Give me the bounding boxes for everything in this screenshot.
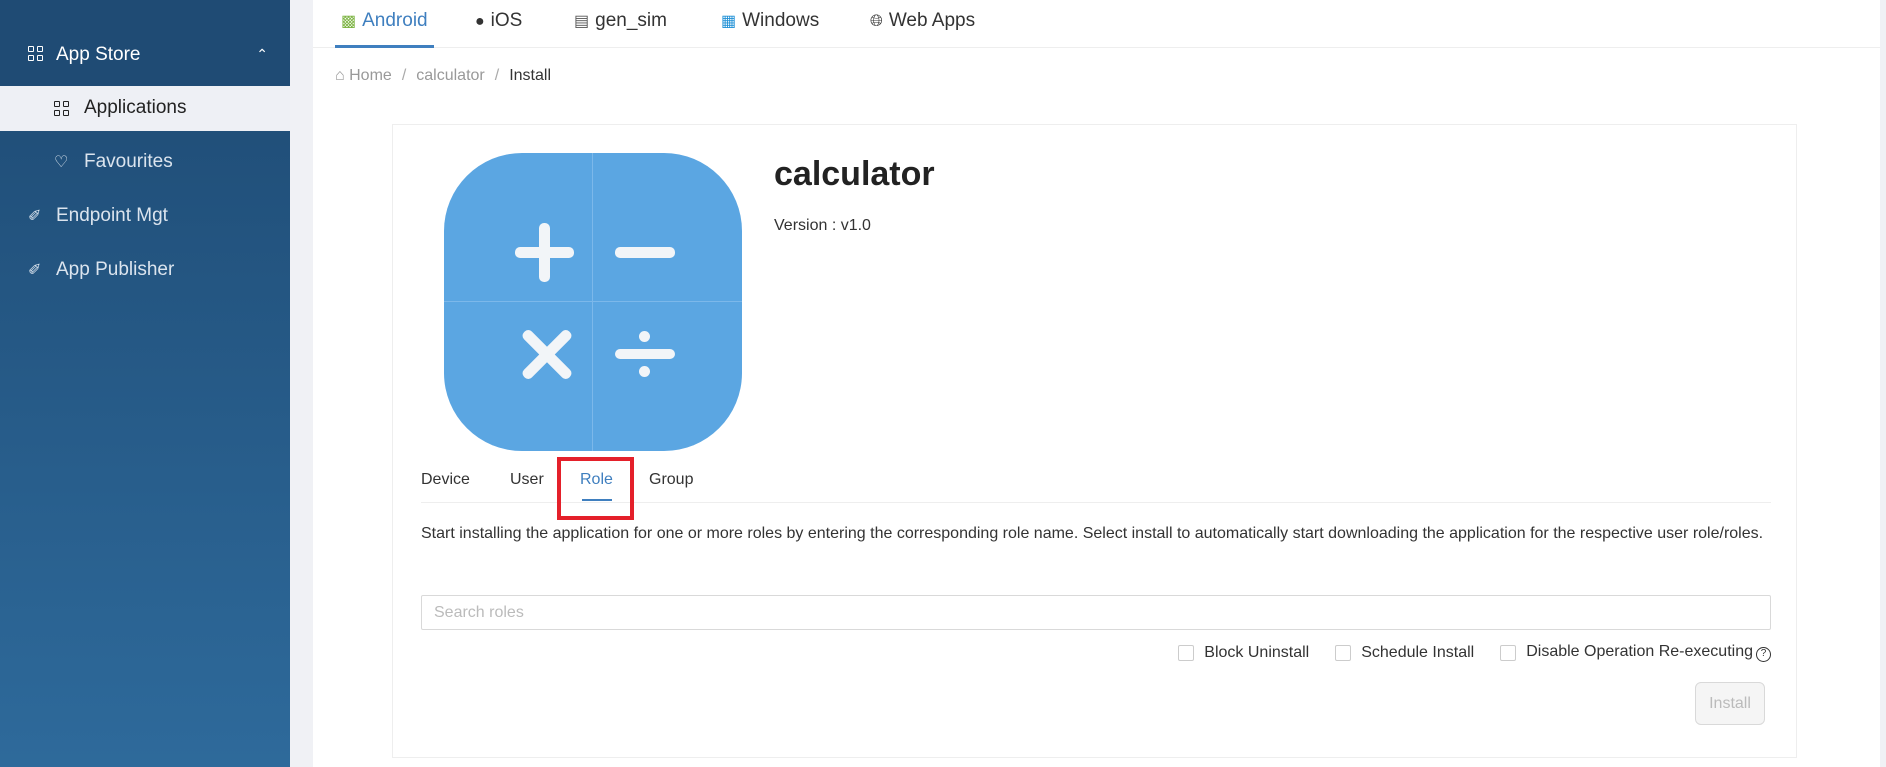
sidebar: App Store ⌃ Applications ♡ Favourites ✐ … bbox=[0, 0, 290, 767]
sidebar-app-store[interactable]: App Store ⌃ bbox=[0, 0, 290, 86]
tab-label: iOS bbox=[490, 10, 523, 31]
apple-icon: ● bbox=[475, 13, 485, 30]
sidebar-item-label: Favourites bbox=[84, 151, 173, 172]
sidebar-header-label: App Store bbox=[56, 44, 141, 65]
breadcrumb-current: Install bbox=[509, 67, 551, 84]
calculator-app-icon bbox=[444, 153, 742, 451]
heart-icon: ♡ bbox=[54, 154, 69, 171]
chevron-up-icon[interactable]: ⌃ bbox=[256, 46, 268, 63]
sidebar-item-app-publisher[interactable]: ✐ App Publisher bbox=[0, 248, 290, 293]
app-title: calculator bbox=[774, 155, 935, 193]
highlight-box bbox=[557, 457, 634, 520]
plug-icon: ✐ bbox=[28, 262, 42, 279]
disable-reexecuting-option[interactable]: Disable Operation Re-executing? bbox=[1500, 643, 1771, 662]
install-options: Block Uninstall Schedule Install Disable… bbox=[1178, 643, 1771, 662]
globe-icon: 🌐︎ bbox=[870, 13, 883, 30]
tab-web-apps[interactable]: 🌐︎ Web Apps bbox=[870, 10, 975, 48]
install-description: Start installing the application for one… bbox=[421, 525, 1764, 542]
tab-ios[interactable]: ● iOS bbox=[475, 10, 522, 48]
tab-user[interactable]: User bbox=[510, 471, 544, 489]
install-button[interactable]: Install bbox=[1695, 682, 1765, 725]
app-version: Version : v1.0 bbox=[774, 217, 871, 234]
breadcrumb-home[interactable]: Home bbox=[349, 67, 392, 84]
tab-label: Android bbox=[362, 10, 428, 31]
sidebar-item-label: Applications bbox=[84, 97, 187, 118]
option-label: Block Uninstall bbox=[1204, 643, 1310, 661]
main-content: ▩ Android ● iOS ▤ gen_sim ▦ Windows 🌐︎ Web Ap… bbox=[313, 0, 1880, 767]
sidebar-item-applications[interactable]: Applications bbox=[0, 86, 290, 131]
block-uninstall-option[interactable]: Block Uninstall bbox=[1178, 644, 1309, 662]
tab-gen-sim[interactable]: ▤ gen_sim bbox=[574, 10, 667, 48]
home-icon: ⌂ bbox=[335, 67, 345, 84]
server-icon: ▤ bbox=[574, 13, 590, 30]
breadcrumb-separator: / bbox=[401, 67, 407, 84]
tab-android[interactable]: ▩ Android bbox=[335, 10, 434, 48]
tab-group[interactable]: Group bbox=[649, 471, 693, 489]
block-uninstall-checkbox[interactable] bbox=[1178, 644, 1195, 661]
schedule-install-checkbox[interactable] bbox=[1335, 644, 1352, 661]
sidebar-item-label: Endpoint Mgt bbox=[56, 205, 168, 226]
tab-label: gen_sim bbox=[595, 10, 667, 31]
tab-label: Web Apps bbox=[888, 10, 976, 31]
sidebar-item-favourites[interactable]: ♡ Favourites bbox=[0, 140, 290, 185]
tab-windows[interactable]: ▦ Windows bbox=[721, 10, 819, 48]
windows-icon: ▦ bbox=[721, 13, 737, 30]
plug-icon: ✐ bbox=[28, 208, 42, 225]
grid-icon bbox=[54, 101, 69, 116]
breadcrumb: ⌂ Home / calculator / Install bbox=[335, 67, 551, 85]
divide-icon bbox=[615, 349, 675, 359]
schedule-install-option[interactable]: Schedule Install bbox=[1335, 644, 1474, 662]
option-label: Disable Operation Re-executing bbox=[1526, 643, 1753, 660]
option-label: Schedule Install bbox=[1361, 643, 1475, 661]
tab-label: Windows bbox=[742, 10, 820, 31]
tab-device[interactable]: Device bbox=[421, 471, 470, 489]
breadcrumb-app[interactable]: calculator bbox=[416, 67, 484, 84]
minus-icon bbox=[615, 247, 675, 258]
grid-icon bbox=[28, 46, 43, 61]
app-install-card: calculator Version : v1.0 Device User Ro… bbox=[392, 124, 1797, 758]
breadcrumb-separator: / bbox=[494, 67, 500, 84]
android-icon: ▩ bbox=[341, 13, 357, 30]
sidebar-item-endpoint-mgt[interactable]: ✐ Endpoint Mgt bbox=[0, 194, 290, 239]
platform-tabs: ▩ Android ● iOS ▤ gen_sim ▦ Windows 🌐︎ Web Ap… bbox=[313, 0, 1880, 48]
disable-reexecuting-checkbox[interactable] bbox=[1500, 644, 1517, 661]
sidebar-item-label: App Publisher bbox=[56, 259, 175, 280]
search-roles-input[interactable] bbox=[421, 595, 1771, 630]
help-icon[interactable]: ? bbox=[1756, 647, 1771, 662]
scrollbar[interactable] bbox=[1880, 0, 1886, 767]
